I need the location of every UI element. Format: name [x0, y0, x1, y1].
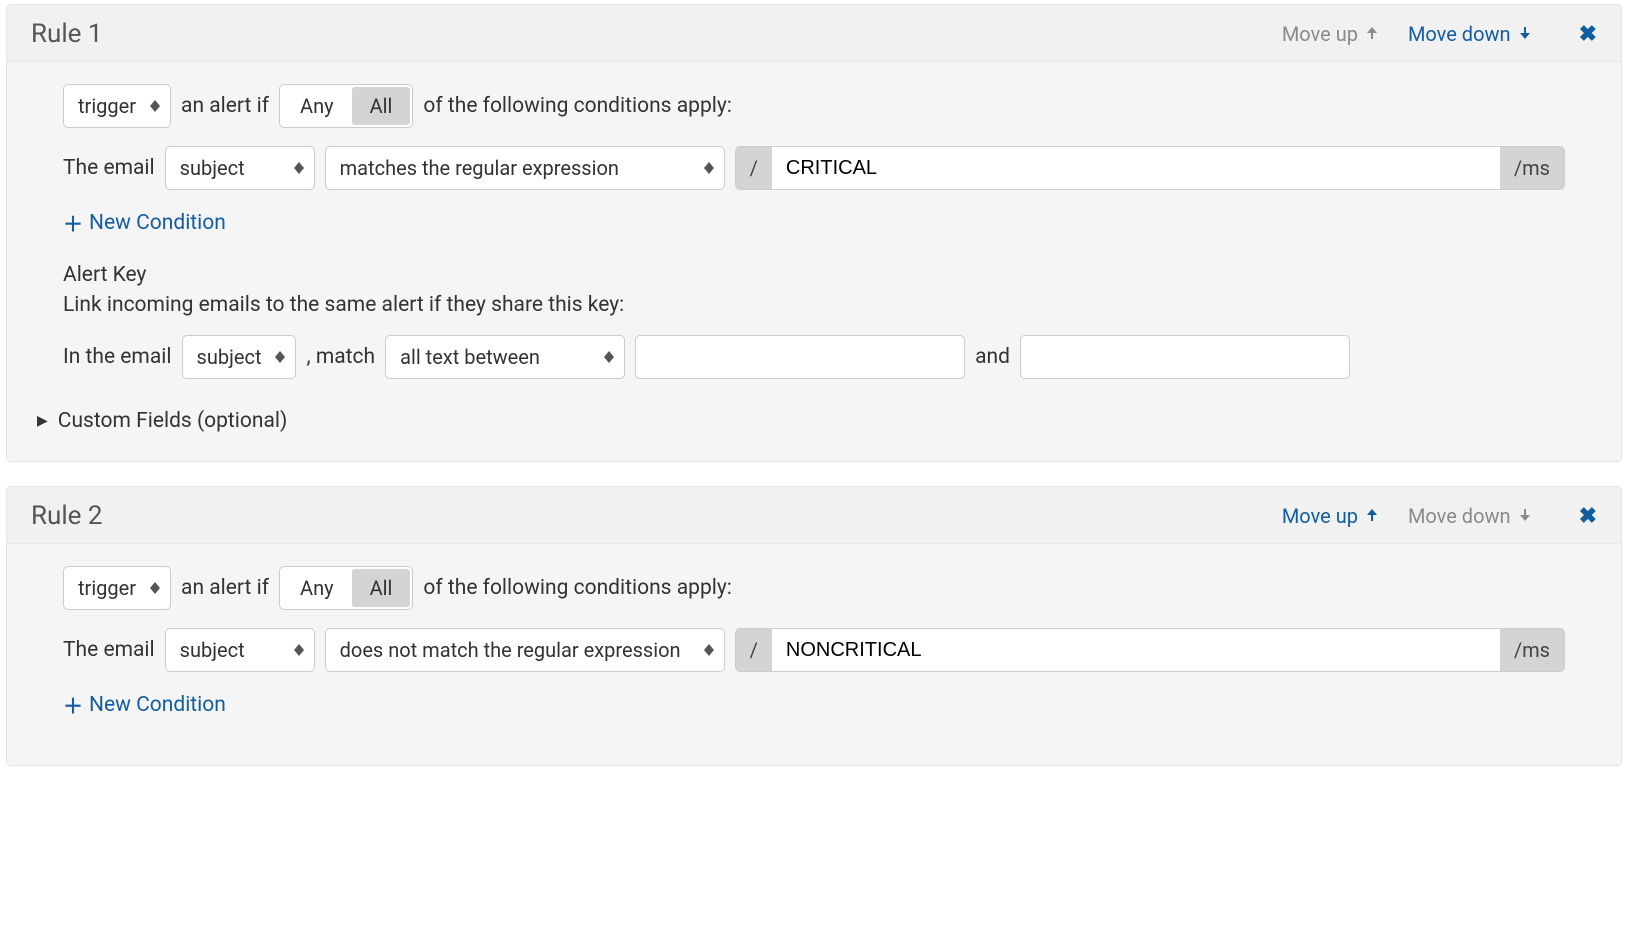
condition-operator-select[interactable]: matches the regular expression [325, 146, 725, 190]
new-condition-button[interactable]: ＋ New Condition [63, 208, 226, 237]
alert-key-row: In the email subject , match all text be… [63, 335, 1565, 379]
custom-fields-label: Custom Fields (optional) [58, 409, 288, 433]
arrow-down-icon [1517, 504, 1533, 528]
rule-title: Rule 1 [31, 19, 1254, 49]
move-up-label: Move up [1282, 22, 1358, 46]
plus-icon: ＋ [63, 208, 83, 237]
updown-caret-icon [294, 644, 304, 656]
trigger-row: trigger an alert if Any All of the follo… [63, 566, 1565, 610]
move-down-button[interactable]: Move down [1408, 504, 1533, 528]
alert-key-and-label: and [975, 345, 1010, 369]
alert-key-field-select[interactable]: subject [182, 335, 297, 379]
updown-caret-icon [294, 162, 304, 174]
regex-value-input[interactable] [772, 628, 1500, 672]
trigger-action-select[interactable]: trigger [63, 566, 171, 610]
any-toggle-button[interactable]: Any [282, 569, 352, 607]
move-up-label: Move up [1282, 504, 1358, 528]
condition-field-value: subject [180, 156, 245, 180]
move-down-label: Move down [1408, 504, 1511, 528]
plus-icon: ＋ [63, 690, 83, 719]
condition-field-value: subject [180, 638, 245, 662]
condition-row: The email subject matches the regular ex… [63, 146, 1565, 190]
arrow-down-icon [1517, 22, 1533, 46]
move-down-label: Move down [1408, 22, 1511, 46]
rule-body: trigger an alert if Any All of the follo… [7, 62, 1621, 461]
rule-card: Rule 2 Move up Move down ✖ trigger [6, 486, 1622, 766]
regex-input-group: / /ms [735, 146, 1565, 190]
alert-key-value-2-input[interactable] [1020, 335, 1350, 379]
regex-value-input[interactable] [772, 146, 1500, 190]
alert-key-description: Link incoming emails to the same alert i… [63, 293, 1565, 317]
any-all-toggle: Any All [279, 84, 413, 128]
regex-delim-open: / [735, 146, 772, 190]
regex-delim-close: /ms [1500, 628, 1565, 672]
condition-prefix: The email [63, 638, 155, 662]
text-following-conditions: of the following conditions apply: [423, 94, 731, 118]
updown-caret-icon [604, 351, 614, 363]
any-all-toggle: Any All [279, 566, 413, 610]
new-condition-label: New Condition [89, 693, 226, 717]
alert-key-operator-value: all text between [400, 345, 540, 369]
rule-header: Rule 2 Move up Move down ✖ [7, 487, 1621, 544]
all-toggle-button[interactable]: All [352, 87, 411, 125]
new-condition-label: New Condition [89, 211, 226, 235]
delete-rule-button[interactable]: ✖ [1579, 22, 1597, 47]
rule-header: Rule 1 Move up Move down ✖ [7, 5, 1621, 62]
updown-caret-icon [275, 351, 285, 363]
regex-delim-close: /ms [1500, 146, 1565, 190]
updown-caret-icon [150, 582, 160, 594]
updown-caret-icon [704, 162, 714, 174]
move-up-button[interactable]: Move up [1282, 22, 1380, 46]
updown-caret-icon [704, 644, 714, 656]
alert-key-value-1-input[interactable] [635, 335, 965, 379]
text-an-alert-if: an alert if [181, 576, 269, 600]
custom-fields-disclosure[interactable]: ▶ Custom Fields (optional) [37, 409, 1565, 433]
regex-delim-open: / [735, 628, 772, 672]
arrow-up-icon [1364, 504, 1380, 528]
alert-key-match-label: , match [306, 345, 375, 369]
close-icon: ✖ [1579, 22, 1597, 47]
alert-key-field-value: subject [197, 345, 262, 369]
all-toggle-button[interactable]: All [352, 569, 411, 607]
alert-key-operator-select[interactable]: all text between [385, 335, 625, 379]
alert-key-heading: Alert Key [63, 263, 1565, 287]
condition-operator-value: matches the regular expression [340, 156, 619, 180]
condition-field-select[interactable]: subject [165, 628, 315, 672]
trigger-action-select[interactable]: trigger [63, 84, 171, 128]
trigger-action-value: trigger [78, 576, 136, 600]
regex-input-group: / /ms [735, 628, 1565, 672]
delete-rule-button[interactable]: ✖ [1579, 504, 1597, 529]
rule-card: Rule 1 Move up Move down ✖ trigger [6, 4, 1622, 462]
alert-key-prefix: In the email [63, 345, 172, 369]
any-toggle-button[interactable]: Any [282, 87, 352, 125]
rule-body: trigger an alert if Any All of the follo… [7, 544, 1621, 765]
text-following-conditions: of the following conditions apply: [423, 576, 731, 600]
new-condition-row: ＋ New Condition [63, 208, 1565, 237]
condition-row: The email subject does not match the reg… [63, 628, 1565, 672]
updown-caret-icon [150, 100, 160, 112]
close-icon: ✖ [1579, 504, 1597, 529]
new-condition-button[interactable]: ＋ New Condition [63, 690, 226, 719]
condition-prefix: The email [63, 156, 155, 180]
condition-operator-value: does not match the regular expression [340, 638, 681, 662]
condition-operator-select[interactable]: does not match the regular expression [325, 628, 725, 672]
trigger-row: trigger an alert if Any All of the follo… [63, 84, 1565, 128]
move-down-button[interactable]: Move down [1408, 22, 1533, 46]
new-condition-row: ＋ New Condition [63, 690, 1565, 719]
arrow-up-icon [1364, 22, 1380, 46]
rule-title: Rule 2 [31, 501, 1254, 531]
text-an-alert-if: an alert if [181, 94, 269, 118]
trigger-action-value: trigger [78, 94, 136, 118]
move-up-button[interactable]: Move up [1282, 504, 1380, 528]
condition-field-select[interactable]: subject [165, 146, 315, 190]
disclosure-triangle-icon: ▶ [37, 413, 48, 429]
